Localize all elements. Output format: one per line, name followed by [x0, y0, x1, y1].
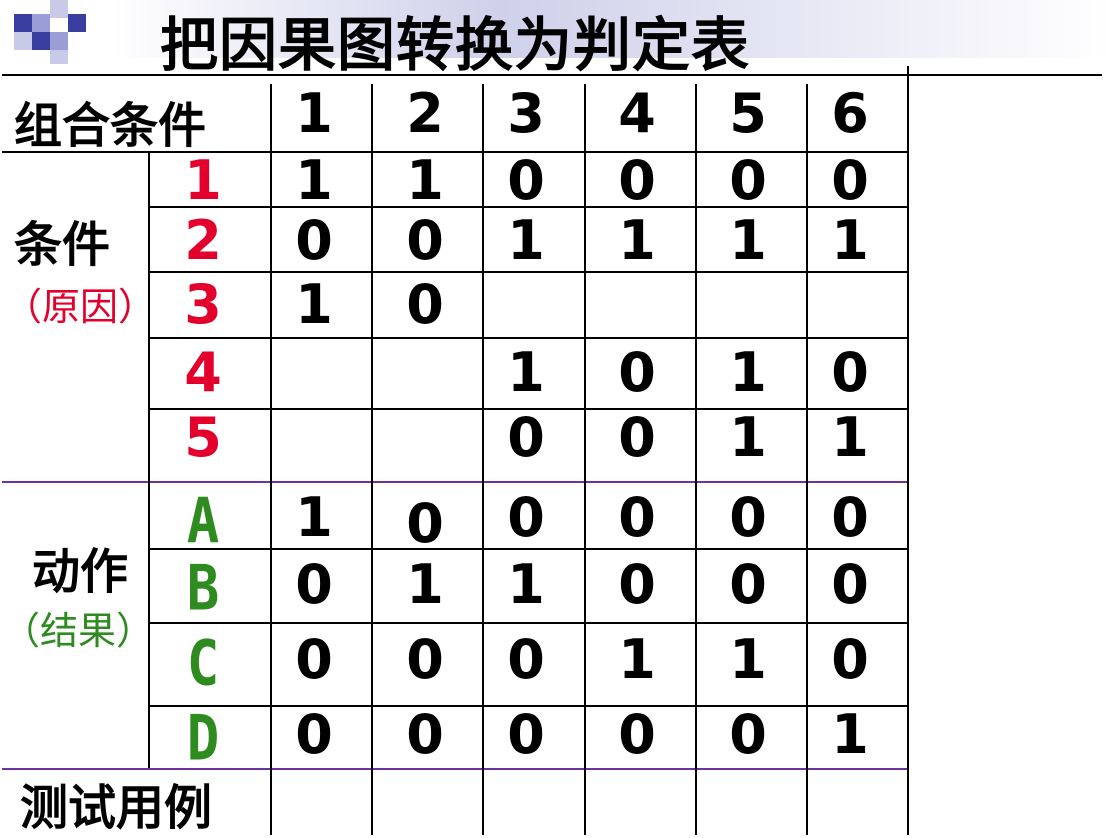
table-cell: 1: [831, 209, 869, 272]
table-cell: 0: [507, 703, 545, 766]
column-header: 1: [295, 82, 333, 145]
column-header: 4: [618, 82, 656, 145]
conditions-label: 条件: [14, 217, 111, 273]
table-cell: 0: [729, 703, 767, 766]
table-cell: 1: [618, 209, 656, 272]
table-cell: 1: [507, 553, 545, 616]
column-line: [907, 66, 909, 835]
table-cell: 1: [507, 341, 545, 404]
table-cell: 0: [618, 341, 656, 404]
column-line: [371, 84, 373, 835]
table-cell: 0: [406, 273, 444, 336]
test-cases-label: 测试用例: [20, 780, 213, 836]
table-cell: 0: [831, 149, 869, 212]
table-cell: 0: [406, 492, 444, 555]
table-cell: 0: [295, 553, 333, 616]
table-cell: 0: [507, 149, 545, 212]
id-column-line: [148, 152, 150, 768]
table-cell: 1: [295, 149, 333, 212]
row-divider: [148, 337, 907, 339]
table-cell: 0: [729, 553, 767, 616]
conditions-sublabel: （原因）: [4, 285, 157, 329]
table-cell: 0: [831, 553, 869, 616]
table-cell: 1: [507, 209, 545, 272]
table-cell: 0: [406, 703, 444, 766]
condition-id: 4: [184, 341, 222, 404]
table-cell: 0: [831, 628, 869, 691]
table-cell: 0: [618, 406, 656, 469]
decorative-squares: [0, 0, 110, 70]
action-id: A: [186, 485, 220, 558]
action-id: C: [186, 627, 220, 700]
table-cell: 1: [729, 209, 767, 272]
table-cell: 1: [406, 149, 444, 212]
table-cell: 0: [295, 703, 333, 766]
table-cell: 1: [831, 703, 869, 766]
slide: 把因果图转换为判定表 12345611100002001111310410105…: [0, 0, 1112, 836]
column-line: [695, 84, 697, 835]
table-cell: 0: [618, 486, 656, 549]
table-cell: 0: [295, 209, 333, 272]
actions-label: 动作: [32, 544, 129, 600]
table-cell: 1: [729, 341, 767, 404]
table-cell: 0: [831, 341, 869, 404]
column-header: 5: [729, 82, 767, 145]
table-cell: 0: [295, 628, 333, 691]
slide-title: 把因果图转换为判定表: [160, 11, 751, 79]
table-cell: 0: [406, 209, 444, 272]
column-line: [270, 84, 272, 835]
actions-sublabel: （结果）: [2, 609, 155, 653]
table-cell: 1: [729, 406, 767, 469]
table-cell: 0: [729, 486, 767, 549]
table-cell: 0: [507, 406, 545, 469]
table-cell: 1: [618, 628, 656, 691]
table-cell: 0: [831, 486, 869, 549]
condition-id: 1: [184, 149, 222, 212]
table-cell: 0: [618, 703, 656, 766]
row-divider: [148, 622, 907, 624]
column-line: [482, 84, 484, 835]
action-id: D: [186, 702, 220, 775]
table-cell: 0: [406, 628, 444, 691]
section-divider: [2, 481, 907, 483]
table-cell: 1: [729, 628, 767, 691]
table-cell: 0: [618, 149, 656, 212]
column-header: 2: [406, 82, 444, 145]
table-cell: 1: [831, 406, 869, 469]
table-cell: 1: [295, 486, 333, 549]
table-cell: 0: [507, 486, 545, 549]
column-header: 6: [831, 82, 869, 145]
condition-id: 2: [184, 209, 222, 272]
column-line: [806, 84, 808, 835]
table-cell: 0: [618, 553, 656, 616]
table-cell: 0: [729, 149, 767, 212]
header-label: 组合条件: [14, 98, 207, 154]
condition-id: 3: [184, 273, 222, 336]
header-top-rule: [2, 74, 1102, 76]
column-line: [584, 84, 586, 835]
table-cell: 0: [507, 628, 545, 691]
table-cell: 1: [406, 553, 444, 616]
table-cell: 1: [295, 273, 333, 336]
column-header: 3: [507, 82, 545, 145]
condition-id: 5: [184, 406, 222, 469]
action-id: B: [186, 552, 220, 625]
